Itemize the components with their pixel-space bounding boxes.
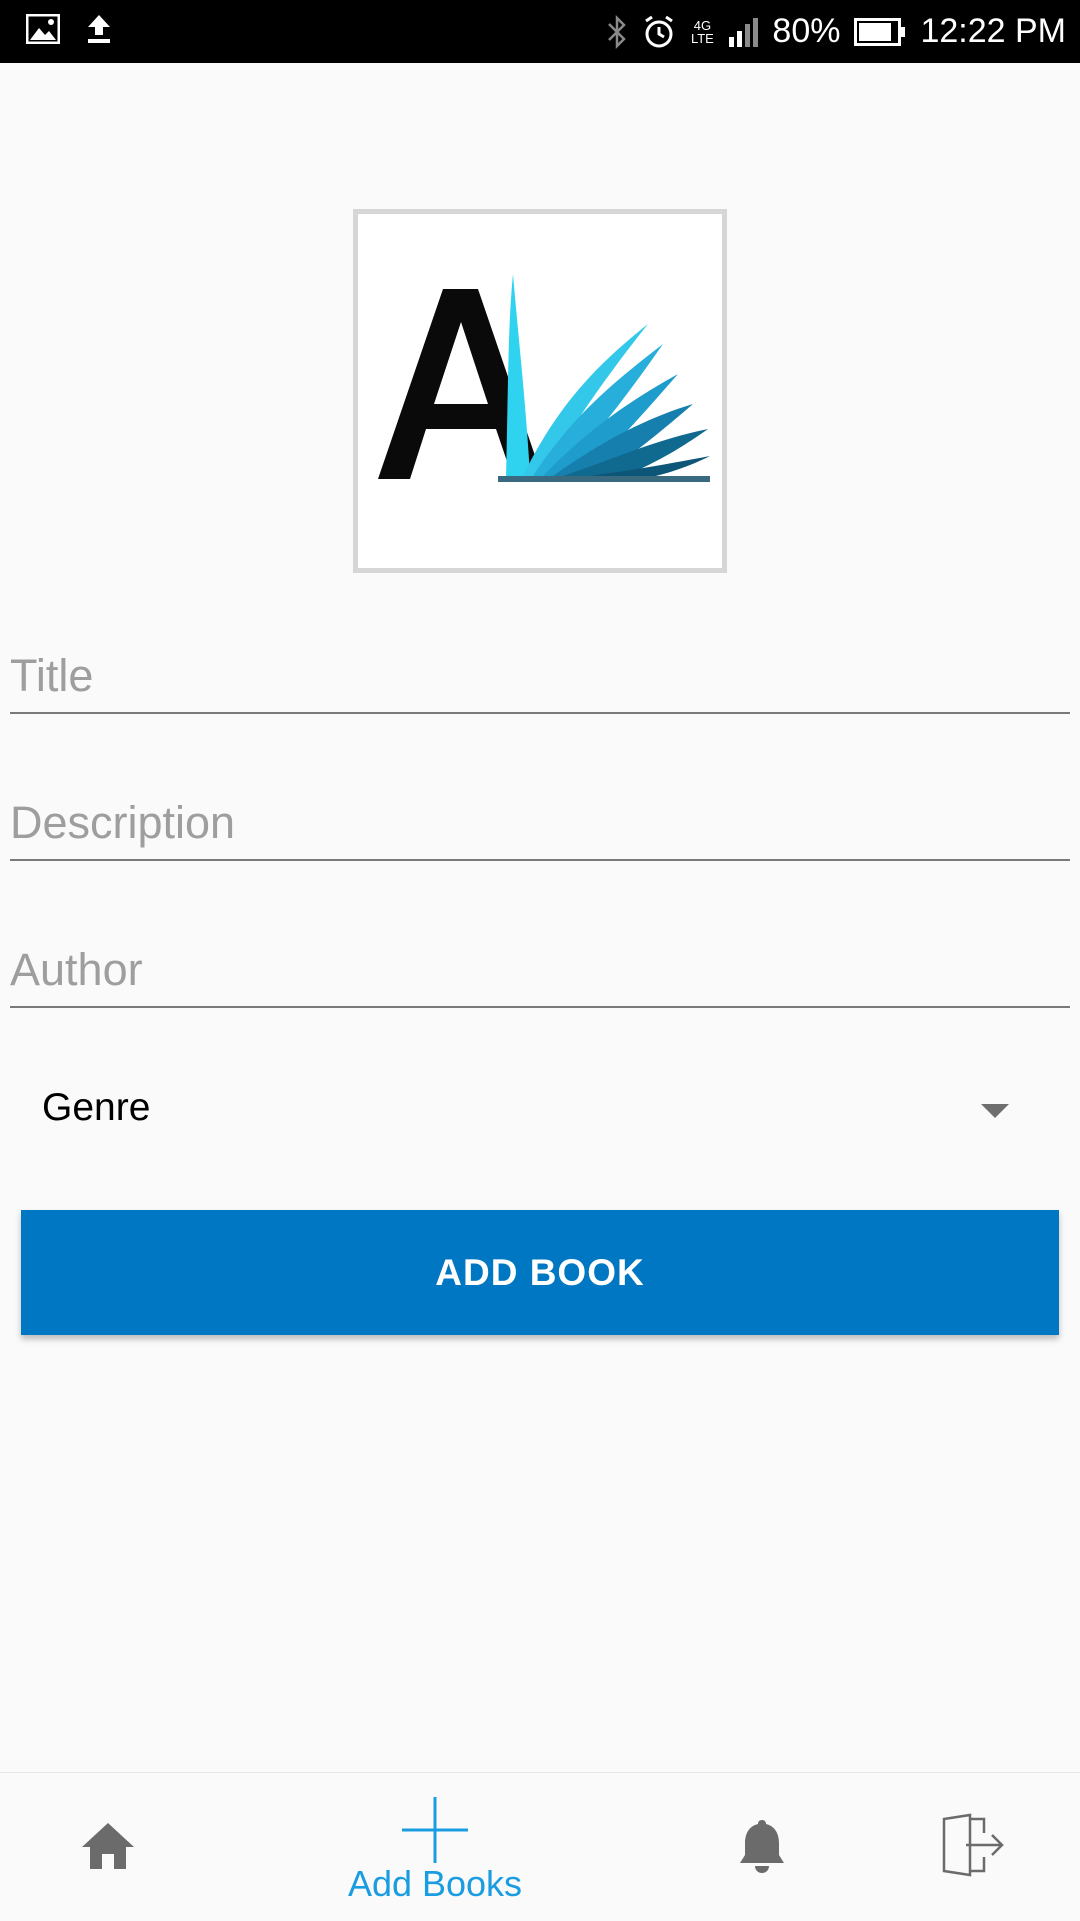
author-input[interactable] [10,944,1070,996]
book-logo[interactable] [353,209,727,573]
clock: 12:22 PM [920,12,1066,50]
title-field[interactable] [10,630,1070,714]
battery-percent: 80% [772,12,841,50]
logout-icon [942,1813,1004,1877]
nav-add-books[interactable]: Add Books [330,1773,540,1921]
bluetooth-icon [608,14,627,49]
nav-add-books-label: Add Books [347,1863,523,1904]
plus-icon [402,1797,468,1863]
bell-icon [740,1820,784,1873]
signal-icon [729,17,759,47]
title-input[interactable] [10,650,1070,702]
genre-dropdown[interactable]: Genre [10,1070,1070,1150]
description-input[interactable] [10,797,1070,849]
description-field[interactable] [10,777,1070,861]
image-icon [26,14,60,44]
nav-home[interactable] [60,1773,170,1921]
book-logo-icon [378,274,710,482]
home-icon [82,1823,134,1869]
alarm-icon [645,15,674,47]
add-book-button[interactable]: ADD BOOK [21,1210,1059,1335]
status-right: 4G LTE 80% 12:22 PM [606,0,1066,63]
author-field[interactable] [10,924,1070,1008]
bottom-nav: Add Books [0,1772,1080,1920]
status-left-icons [26,14,112,44]
nav-logout[interactable] [920,1773,1030,1921]
genre-selected-value: Genre [42,1086,151,1129]
chevron-down-icon [981,1104,1009,1118]
nav-notifications[interactable] [710,1773,810,1921]
status-bar: 4G LTE 80% 12:22 PM [0,0,1080,63]
battery-icon [854,17,906,46]
network-label: 4G LTE [690,17,714,46]
upload-icon [88,15,110,43]
